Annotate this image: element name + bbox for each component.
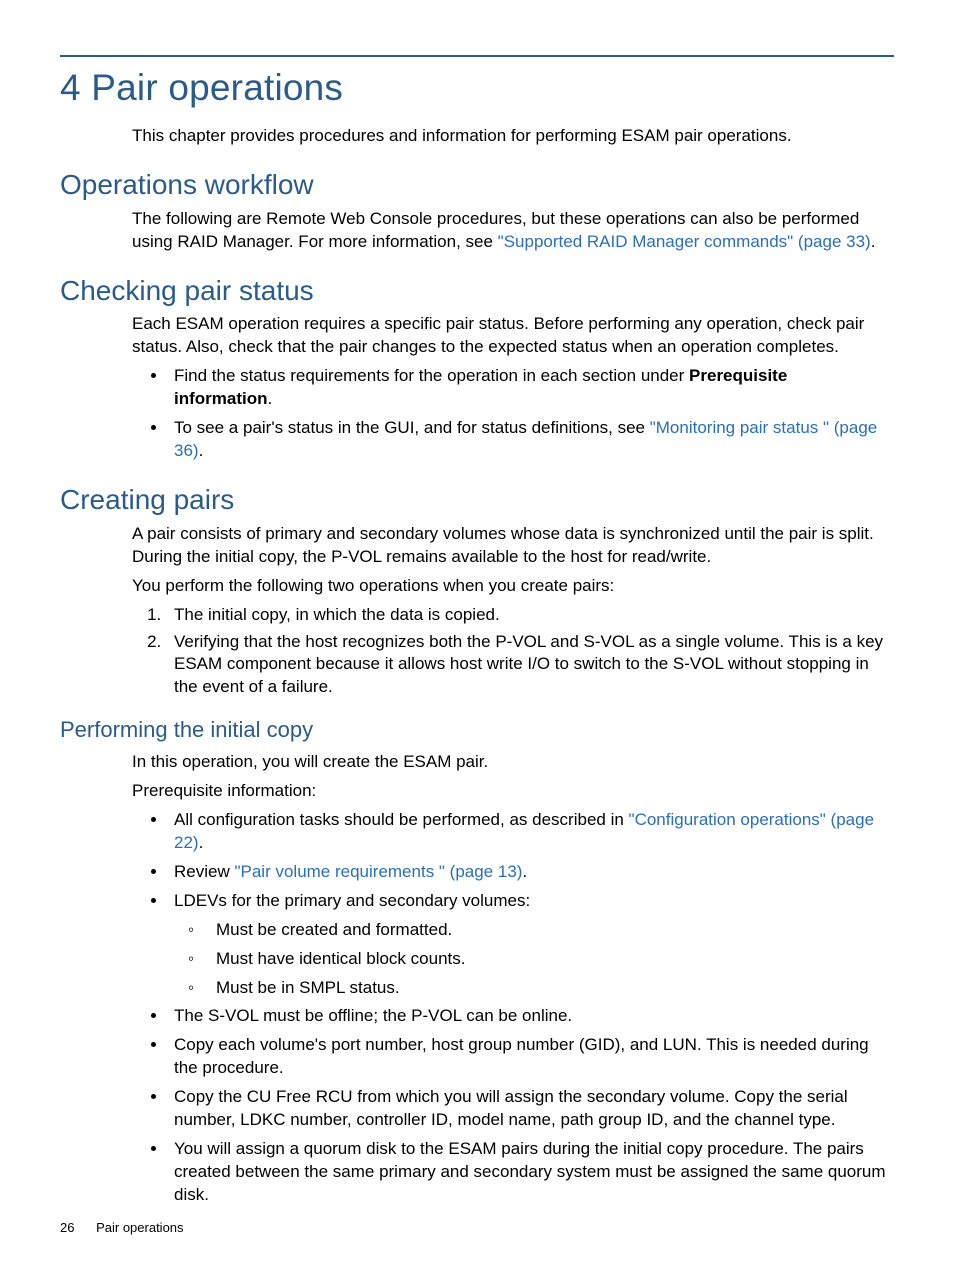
workflow-body: The following are Remote Web Console pro… [132,208,890,254]
list-item: The S-VOL must be offline; the P-VOL can… [168,1005,890,1028]
text: . [199,441,204,460]
link-supported-raid-manager[interactable]: "Supported RAID Manager commands" (page … [498,232,871,251]
heading-performing-initial-copy: Performing the initial copy [60,715,894,745]
list-item: Must be in SMPL status. [210,977,890,1000]
page-footer: 26 Pair operations [60,1219,184,1237]
list-item: Must have identical block counts. [210,948,890,971]
text: To see a pair's status in the GUI, and f… [174,418,650,437]
top-rule [60,55,894,57]
perform-paragraph-1: In this operation, you will create the E… [132,751,890,774]
perform-paragraph-2: Prerequisite information: [132,780,890,803]
checking-paragraph: Each ESAM operation requires a specific … [132,313,890,359]
checking-body: Each ESAM operation requires a specific … [132,313,890,463]
text: . [268,389,273,408]
perform-bullets: All configuration tasks should be perfor… [132,809,890,1207]
heading-operations-workflow: Operations workflow [60,166,894,204]
text: . [199,833,204,852]
list-item: All configuration tasks should be perfor… [168,809,890,855]
list-item: Must be created and formatted. [210,919,890,942]
ldev-sub-bullets: Must be created and formatted. Must have… [174,919,890,1000]
list-item: Copy the CU Free RCU from which you will… [168,1086,890,1132]
list-item: Find the status requirements for the ope… [168,365,890,411]
creating-paragraph-1: A pair consists of primary and secondary… [132,523,890,569]
checking-bullets: Find the status requirements for the ope… [132,365,890,463]
perform-body: In this operation, you will create the E… [132,751,890,1207]
list-item: The initial copy, in which the data is c… [166,604,890,627]
workflow-paragraph: The following are Remote Web Console pro… [132,208,890,254]
list-item: To see a pair's status in the GUI, and f… [168,417,890,463]
creating-paragraph-2: You perform the following two operations… [132,575,890,598]
list-item: You will assign a quorum disk to the ESA… [168,1138,890,1207]
heading-checking-pair-status: Checking pair status [60,272,894,310]
page-number: 26 [60,1220,74,1235]
list-item: LDEVs for the primary and secondary volu… [168,890,890,1000]
list-item: Verifying that the host recognizes both … [166,631,890,700]
list-item: Review "Pair volume requirements " (page… [168,861,890,884]
text: Review [174,862,234,881]
creating-ordered-list: The initial copy, in which the data is c… [132,604,890,700]
link-pair-volume-requirements[interactable]: "Pair volume requirements " (page 13) [234,862,522,881]
text: . [522,862,527,881]
document-page: 4 Pair operations This chapter provides … [0,0,954,1271]
text: Find the status requirements for the ope… [174,366,689,385]
text: LDEVs for the primary and secondary volu… [174,891,530,910]
heading-creating-pairs: Creating pairs [60,481,894,519]
list-item: Copy each volume's port number, host gro… [168,1034,890,1080]
intro-block: This chapter provides procedures and inf… [132,125,890,148]
text: All configuration tasks should be perfor… [174,810,629,829]
creating-body: A pair consists of primary and secondary… [132,523,890,700]
heading-1: 4 Pair operations [60,63,894,113]
text: . [871,232,876,251]
intro-text: This chapter provides procedures and inf… [132,125,890,148]
footer-label: Pair operations [96,1220,183,1235]
